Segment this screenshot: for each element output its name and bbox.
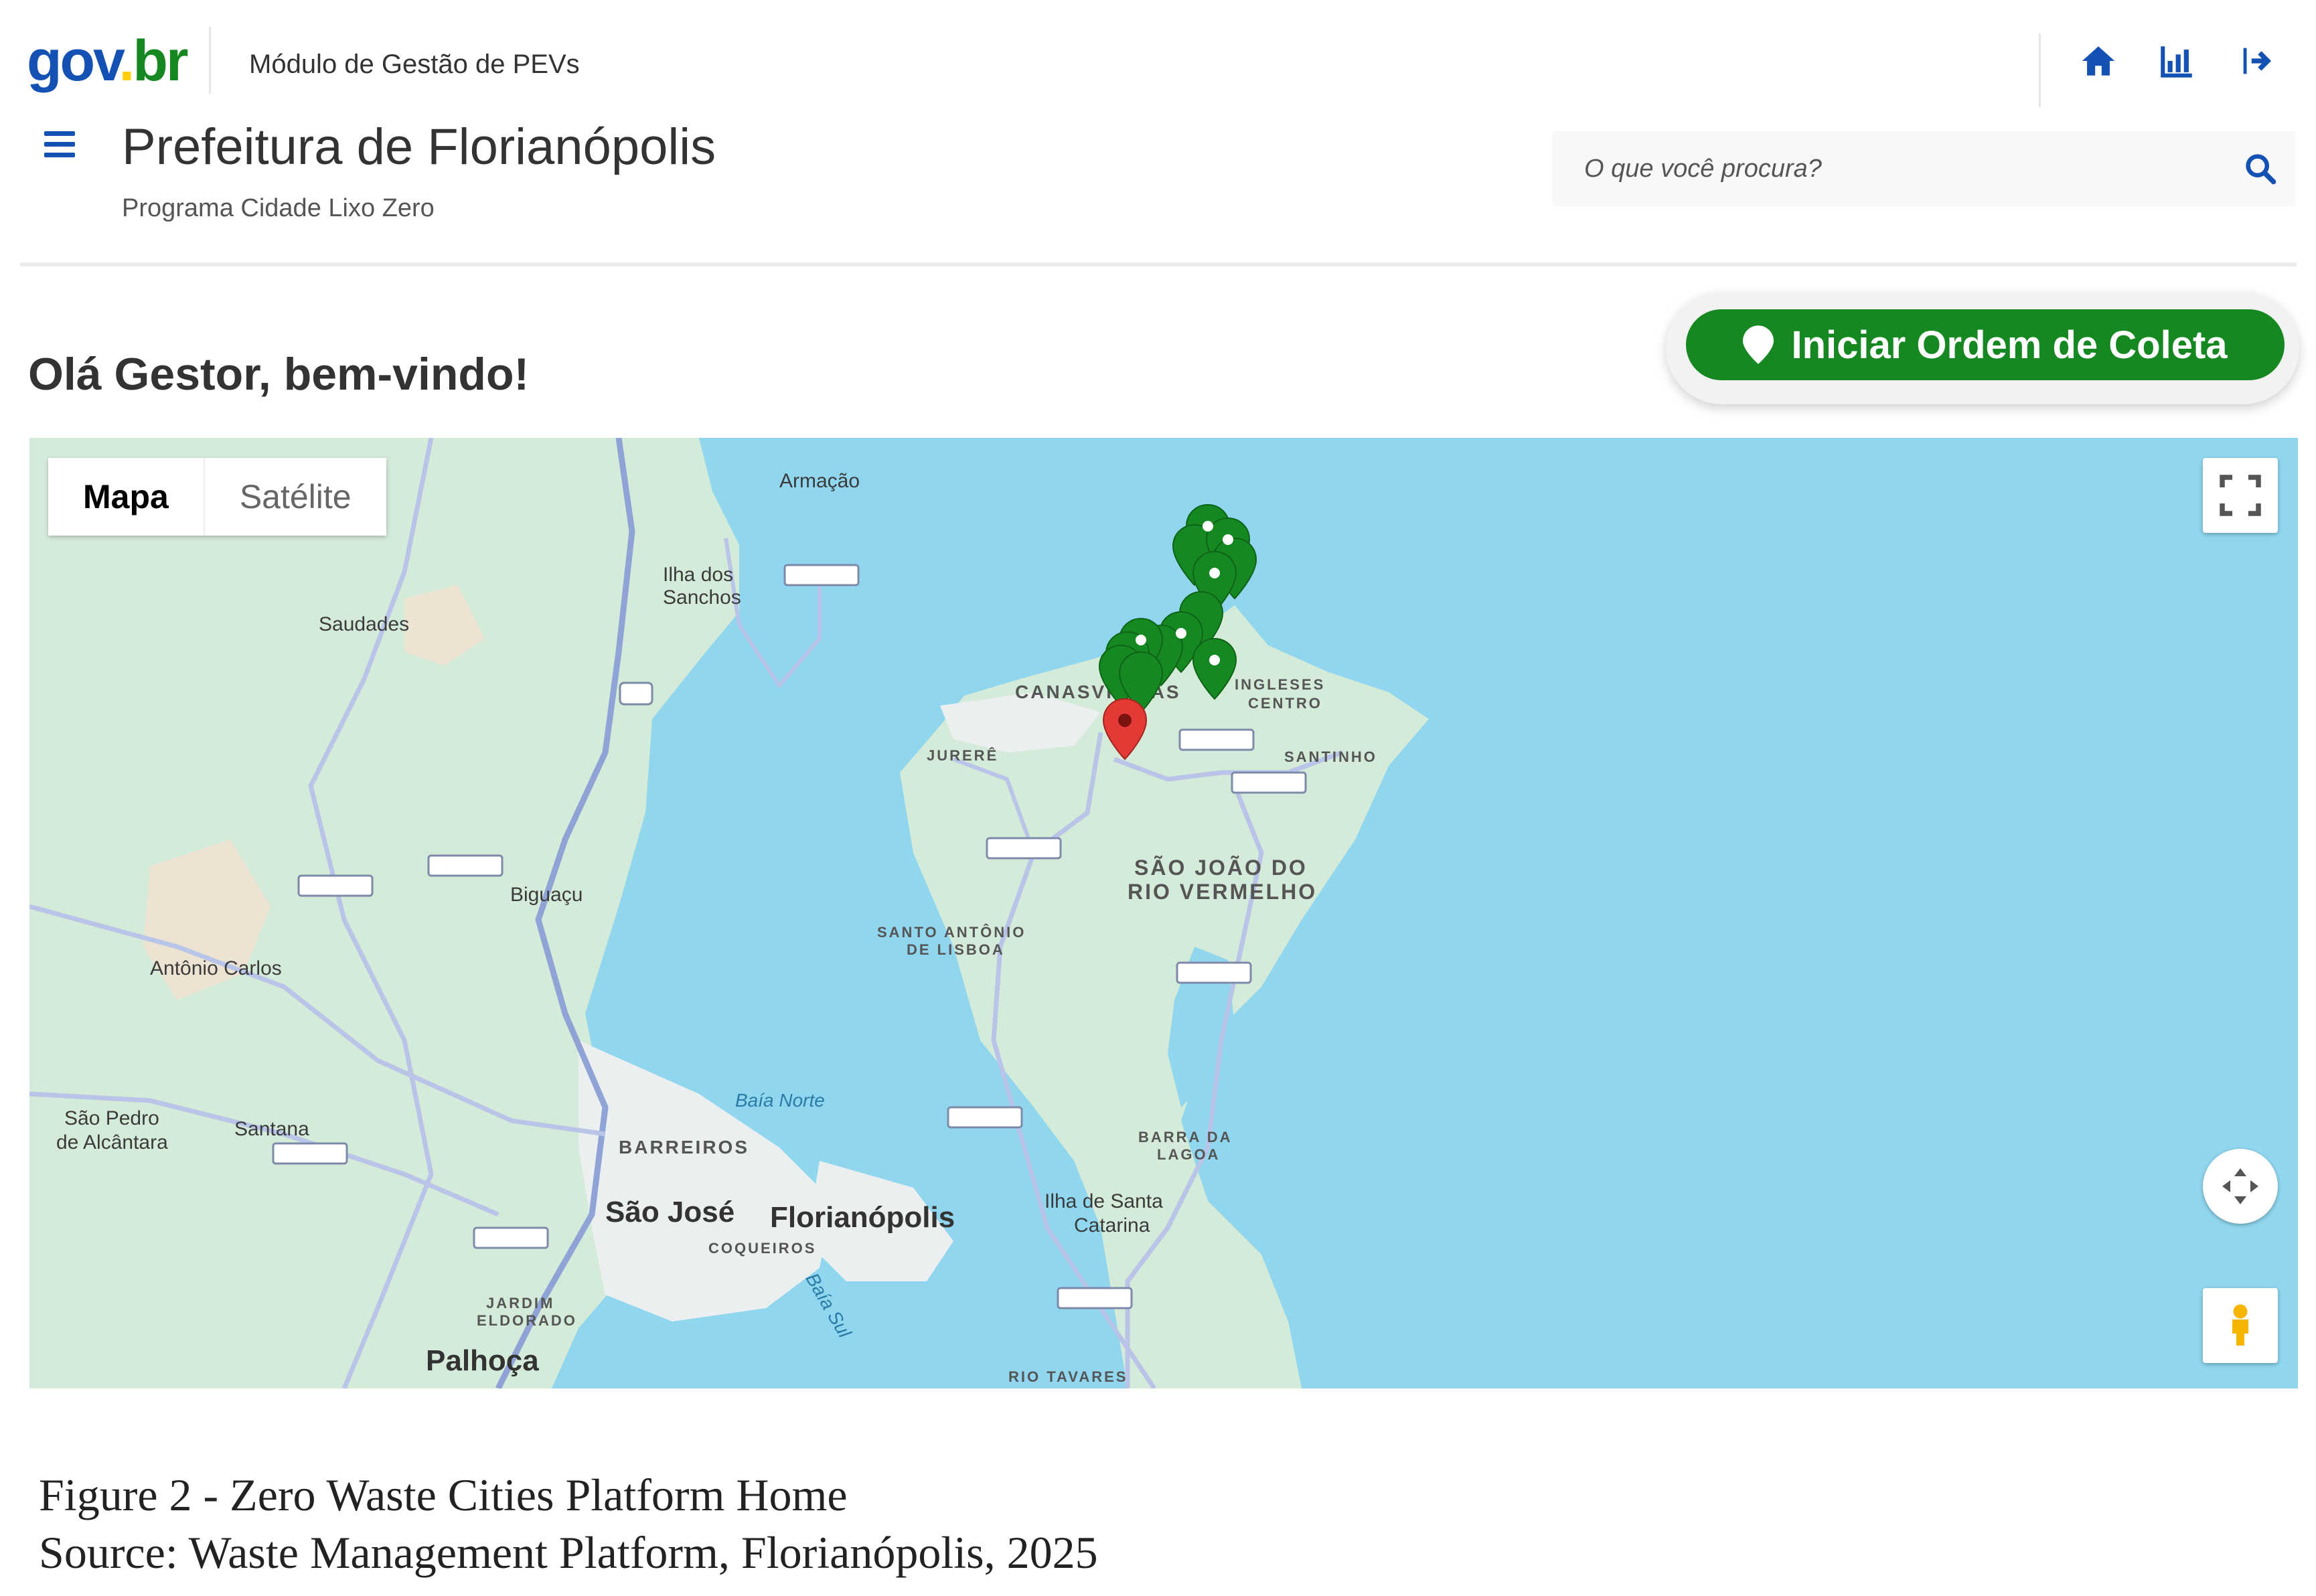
header-actions bbox=[2039, 33, 2276, 107]
map-label-florianopolis: Florianópolis bbox=[770, 1201, 955, 1234]
start-collection-order-button[interactable]: Iniciar Ordem de Coleta bbox=[1686, 309, 2285, 380]
map-label-saudades: Saudades bbox=[319, 613, 410, 635]
chart-icon[interactable] bbox=[2158, 42, 2197, 84]
module-name: Módulo de Gestão de PEVs bbox=[249, 50, 580, 79]
map-label-sao-jose: São José bbox=[605, 1196, 735, 1228]
street-view-button[interactable] bbox=[2203, 1288, 2278, 1363]
map-label-centro: CENTRO bbox=[1248, 695, 1322, 712]
home-icon[interactable] bbox=[2079, 42, 2118, 84]
header-divider bbox=[20, 262, 2297, 266]
logo-divider bbox=[209, 27, 211, 94]
hamburger-menu-icon[interactable] bbox=[44, 131, 75, 158]
map-label-jardim: JARDIM bbox=[486, 1295, 555, 1311]
caption-title: Figure 2 - Zero Waste Cities Platform Ho… bbox=[39, 1469, 848, 1520]
actions-divider bbox=[2039, 33, 2041, 107]
site-title: Prefeitura de Florianópolis bbox=[122, 118, 716, 175]
map-label-ilha-sanchos-2: Sanchos bbox=[663, 586, 741, 609]
map-label-lagoa: LAGOA bbox=[1157, 1146, 1221, 1163]
map-label-rio-vermelho: RIO VERMELHO bbox=[1128, 880, 1318, 904]
map-tab-mapa[interactable]: Mapa bbox=[48, 458, 204, 536]
site-subtitle: Programa Cidade Lixo Zero bbox=[122, 194, 435, 222]
search-icon[interactable] bbox=[2243, 151, 2278, 189]
map-label-rio-tavares: RIO TAVARES bbox=[1008, 1368, 1128, 1385]
map-label-antonio-carlos: Antônio Carlos bbox=[150, 957, 282, 979]
map-label-ingleses: INGLESES bbox=[1235, 676, 1326, 693]
govbr-logo[interactable]: gov.br bbox=[27, 28, 188, 94]
map-canvas[interactable] bbox=[29, 438, 2298, 1388]
map-label-baia-norte: Baía Norte bbox=[735, 1090, 825, 1111]
caption-source: Source: Waste Management Platform, Flori… bbox=[39, 1527, 1098, 1578]
map-tab-satelite[interactable]: Satélite bbox=[203, 458, 386, 536]
map-label-eldorado: ELDORADO bbox=[477, 1312, 577, 1329]
figure-caption: Figure 2 - Zero Waste Cities Platform Ho… bbox=[39, 1466, 1098, 1581]
map-label-ilha-santa: Ilha de Santa bbox=[1045, 1190, 1163, 1212]
map-label-armacao: Armação bbox=[779, 470, 860, 492]
map-label-jurere: JURERÊ bbox=[927, 747, 999, 764]
pan-arrows-icon bbox=[2222, 1168, 2258, 1204]
search-bar bbox=[1552, 131, 2295, 206]
start-collection-order-label: Iniciar Ordem de Coleta bbox=[1791, 323, 2228, 367]
map-label-palhoca: Palhoça bbox=[426, 1344, 539, 1377]
logout-icon[interactable] bbox=[2237, 42, 2276, 84]
header: gov.br Módulo de Gestão de PEVs Prefeitu… bbox=[0, 0, 2316, 266]
map-label-sao-pedro: São Pedro bbox=[64, 1107, 159, 1129]
map-label-barreiros: BARREIROS bbox=[619, 1137, 750, 1158]
search-input[interactable] bbox=[1552, 131, 2227, 206]
pegman-icon bbox=[2232, 1304, 2248, 1346]
map-pin-icon bbox=[1743, 325, 1774, 364]
map-label-biguacu: Biguaçu bbox=[510, 884, 583, 906]
welcome-heading: Olá Gestor, bem-vindo! bbox=[28, 349, 530, 400]
map-label-santo-antonio: SANTO ANTÔNIO bbox=[877, 924, 1026, 941]
map-label-catarina: Catarina bbox=[1074, 1214, 1150, 1236]
map-label-santana: Santana bbox=[234, 1118, 309, 1140]
map-label-canasvieiras: CANASVIEIRAS bbox=[1015, 682, 1181, 702]
fullscreen-button[interactable] bbox=[2203, 458, 2278, 533]
map-pan-control[interactable] bbox=[2203, 1149, 2278, 1224]
map-label-santinho: SANTINHO bbox=[1284, 748, 1377, 765]
map[interactable]: Armação Ilha dos Sanchos Saudades CANASV… bbox=[29, 438, 2298, 1388]
map-label-barra-da: BARRA DA bbox=[1138, 1129, 1233, 1145]
map-label-sao-joao: SÃO JOÃO DO bbox=[1134, 856, 1308, 880]
fullscreen-icon bbox=[2220, 475, 2261, 516]
map-label-coqueiros: COQUEIROS bbox=[708, 1240, 817, 1257]
map-label-de-lisboa: DE LISBOA bbox=[907, 941, 1005, 958]
map-type-toggle: Mapa Satélite bbox=[48, 458, 386, 536]
map-label-ilha-sanchos: Ilha dos bbox=[663, 564, 734, 586]
map-label-alcantara: de Alcântara bbox=[56, 1131, 168, 1153]
